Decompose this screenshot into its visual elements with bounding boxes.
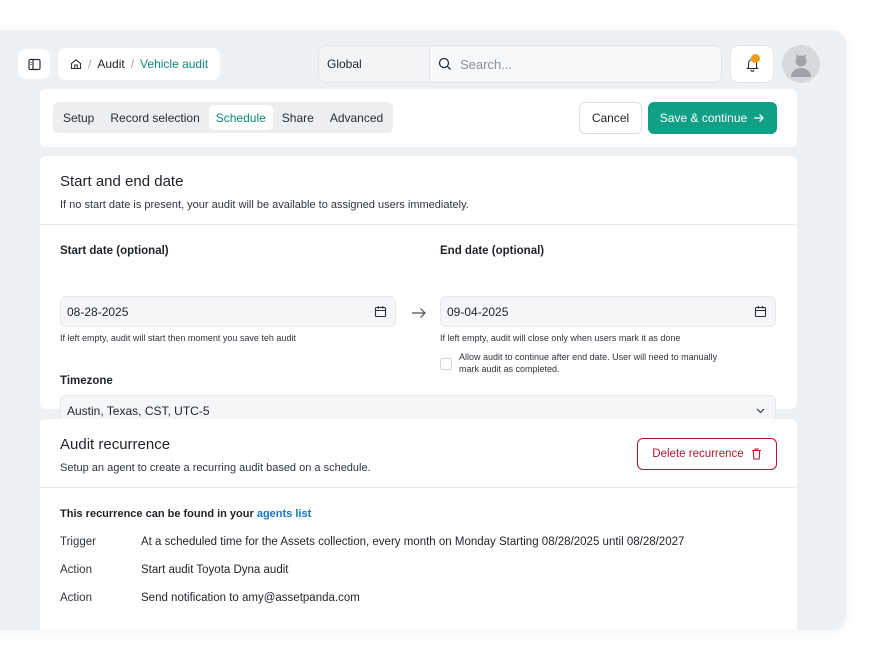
timezone-value: Austin, Texas, CST, UTC-5 (67, 403, 210, 418)
recurrence-note: This recurrence can be found in your age… (60, 508, 311, 520)
scope-select[interactable]: Global (318, 45, 430, 83)
trash-icon (751, 448, 761, 460)
breadcrumb-separator: / (88, 57, 92, 71)
continue-after-end-label: Allow audit to continue after end date. … (459, 352, 718, 374)
recurrence-row: Action Send notification to amy@assetpan… (60, 592, 360, 604)
recurrence-row-key: Action (60, 564, 92, 576)
recurrence-note-text: This recurrence can be found in your (60, 508, 254, 520)
arrow-right-icon (754, 114, 765, 122)
recurrence-row-value: Start audit Toyota Dyna audit (141, 564, 289, 576)
recurrence-row: Action Start audit Toyota Dyna audit (60, 564, 288, 576)
recurrence-subtitle: Setup an agent to create a recurring aud… (60, 462, 371, 474)
sidebar-toggle-button[interactable] (18, 49, 50, 79)
recurrence-row: Trigger At a scheduled time for the Asse… (60, 536, 684, 548)
agents-list-link[interactable]: agents list (257, 508, 311, 520)
save-continue-label: Save & continue (659, 111, 748, 125)
tab-advanced[interactable]: Advanced (323, 105, 390, 130)
end-date-hint: If left empty, audit will close only whe… (440, 333, 681, 343)
start-date-hint: If left empty, audit will start then mom… (60, 333, 296, 343)
user-icon (791, 54, 811, 77)
tab-share[interactable]: Share (275, 105, 321, 130)
dates-subtitle: If no start date is present, your audit … (60, 199, 469, 211)
dates-title: Start and end date (60, 173, 184, 190)
recurrence-row-value: Send notification to amy@assetpanda.com (141, 592, 360, 604)
dates-card: Start and end date If no start date is p… (40, 156, 797, 426)
continue-after-end-checkbox[interactable] (440, 358, 452, 370)
delete-recurrence-button[interactable]: Delete recurrence (637, 438, 777, 470)
recurrence-row-value: At a scheduled time for the Assets colle… (141, 536, 685, 548)
start-date-label: Start date (optional) (60, 245, 169, 257)
start-date-field[interactable]: 08-28-2025 (60, 296, 396, 327)
start-date-value: 08-28-2025 (67, 304, 129, 319)
delete-recurrence-label: Delete recurrence (652, 448, 744, 460)
breadcrumb: / Audit / Vehicle audit (58, 48, 221, 80)
tab-record-selection[interactable]: Record selection (103, 105, 206, 130)
end-date-label: End date (optional) (440, 245, 545, 257)
notification-badge (751, 54, 760, 63)
tab-setup[interactable]: Setup (56, 105, 101, 130)
wizard-toolbar: Setup Record selection Schedule Share Ad… (40, 89, 797, 147)
avatar[interactable] (782, 45, 820, 83)
divider (40, 224, 797, 225)
chevron-down-icon (756, 408, 765, 413)
breadcrumb-item-current: Vehicle audit (140, 57, 209, 71)
end-date-field[interactable]: 09-04-2025 (440, 296, 776, 327)
cancel-button[interactable]: Cancel (579, 102, 642, 134)
wizard-tabs: Setup Record selection Schedule Share Ad… (53, 102, 394, 133)
home-icon[interactable] (70, 58, 82, 70)
recurrence-title: Audit recurrence (60, 436, 171, 453)
search-placeholder: Search... (460, 56, 513, 72)
breadcrumb-separator: / (130, 57, 135, 71)
search-input[interactable]: Search... (430, 45, 722, 83)
calendar-icon[interactable] (754, 305, 767, 318)
calendar-icon[interactable] (374, 305, 387, 318)
arrow-right-icon (412, 308, 426, 318)
divider (40, 487, 797, 488)
tab-schedule[interactable]: Schedule (208, 105, 273, 130)
notifications-button[interactable] (730, 45, 774, 83)
recurrence-row-key: Action (60, 592, 92, 604)
recurrence-row-key: Trigger (60, 536, 96, 548)
search-icon (438, 57, 451, 70)
breadcrumb-item-audit[interactable]: Audit (97, 57, 124, 71)
timezone-label: Timezone (60, 375, 113, 387)
recurrence-card: Audit recurrence Setup an agent to creat… (40, 419, 797, 630)
end-date-value: 09-04-2025 (447, 304, 509, 319)
save-continue-button[interactable]: Save & continue (648, 102, 777, 134)
app-window: / Audit / Vehicle audit Global Search...… (0, 30, 846, 630)
sidebar-toggle-icon (27, 58, 41, 70)
